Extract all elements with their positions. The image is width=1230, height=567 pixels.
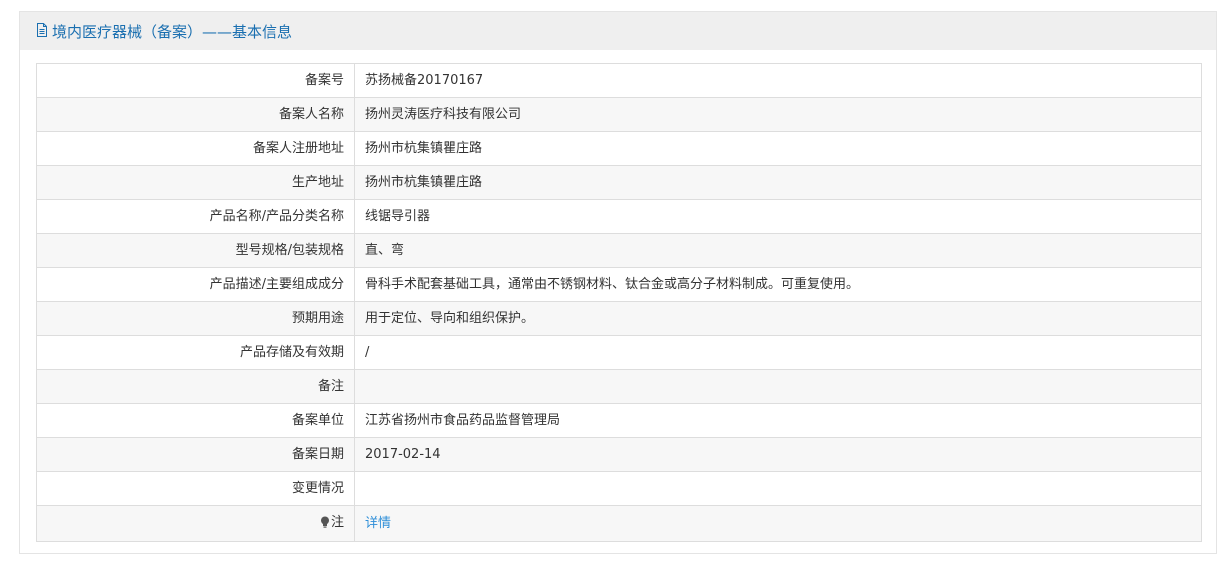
row-label: 型号规格/包装规格 [36,233,355,268]
basic-info-panel: 境内医疗器械（备案）——基本信息 备案号 苏扬械备20170167 备案人名称 … [19,11,1217,554]
note-label-cell: 注 [36,505,355,542]
row-label: 备案人注册地址 [36,131,355,166]
row-label: 产品存储及有效期 [36,335,355,370]
row-value: / [354,335,1202,370]
row-label: 产品描述/主要组成成分 [36,267,355,302]
row-value [354,471,1202,506]
row-value: 扬州市杭集镇瞿庄路 [354,131,1202,166]
row-value [354,369,1202,404]
table-row: 变更情况 [36,471,1202,506]
table-row: 备案人名称 扬州灵涛医疗科技有限公司 [36,97,1202,132]
row-label: 备注 [36,369,355,404]
details-link[interactable]: 详情 [365,516,391,531]
row-label: 预期用途 [36,301,355,336]
row-value: 骨科手术配套基础工具，通常由不锈钢材料、钛合金或高分子材料制成。可重复使用。 [354,267,1202,302]
row-value: 2017-02-14 [354,437,1202,472]
row-value: 线锯导引器 [354,199,1202,234]
table-row: 型号规格/包装规格 直、弯 [36,233,1202,268]
document-icon [36,23,50,39]
row-label: 变更情况 [36,471,355,506]
table-row: 产品名称/产品分类名称 线锯导引器 [36,199,1202,234]
info-table: 备案号 苏扬械备20170167 备案人名称 扬州灵涛医疗科技有限公司 备案人注… [36,63,1202,542]
row-value: 用于定位、导向和组织保护。 [354,301,1202,336]
table-row: 产品存储及有效期 / [36,335,1202,370]
note-row: 注 详情 [36,505,1202,542]
row-value: 扬州灵涛医疗科技有限公司 [354,97,1202,132]
row-label: 产品名称/产品分类名称 [36,199,355,234]
page-title: 境内医疗器械（备案）——基本信息 [52,22,293,41]
row-label: 备案单位 [36,403,355,438]
table-row: 备案单位 江苏省扬州市食品药品监督管理局 [36,403,1202,438]
row-label: 备案人名称 [36,97,355,132]
note-value-cell: 详情 [354,505,1202,542]
lightbulb-icon [320,508,330,541]
row-value: 直、弯 [354,233,1202,268]
row-label: 备案号 [36,63,355,98]
note-label: 注 [330,515,344,530]
table-row: 预期用途 用于定位、导向和组织保护。 [36,301,1202,336]
panel-header: 境内医疗器械（备案）——基本信息 [20,12,1216,50]
table-row: 备注 [36,369,1202,404]
row-label: 生产地址 [36,165,355,200]
row-label: 备案日期 [36,437,355,472]
row-value: 扬州市杭集镇瞿庄路 [354,165,1202,200]
row-value: 苏扬械备20170167 [354,63,1202,98]
table-row: 生产地址 扬州市杭集镇瞿庄路 [36,165,1202,200]
table-row: 产品描述/主要组成成分 骨科手术配套基础工具，通常由不锈钢材料、钛合金或高分子材… [36,267,1202,302]
table-row: 备案人注册地址 扬州市杭集镇瞿庄路 [36,131,1202,166]
table-row: 备案号 苏扬械备20170167 [36,63,1202,98]
table-row: 备案日期 2017-02-14 [36,437,1202,472]
row-value: 江苏省扬州市食品药品监督管理局 [354,403,1202,438]
